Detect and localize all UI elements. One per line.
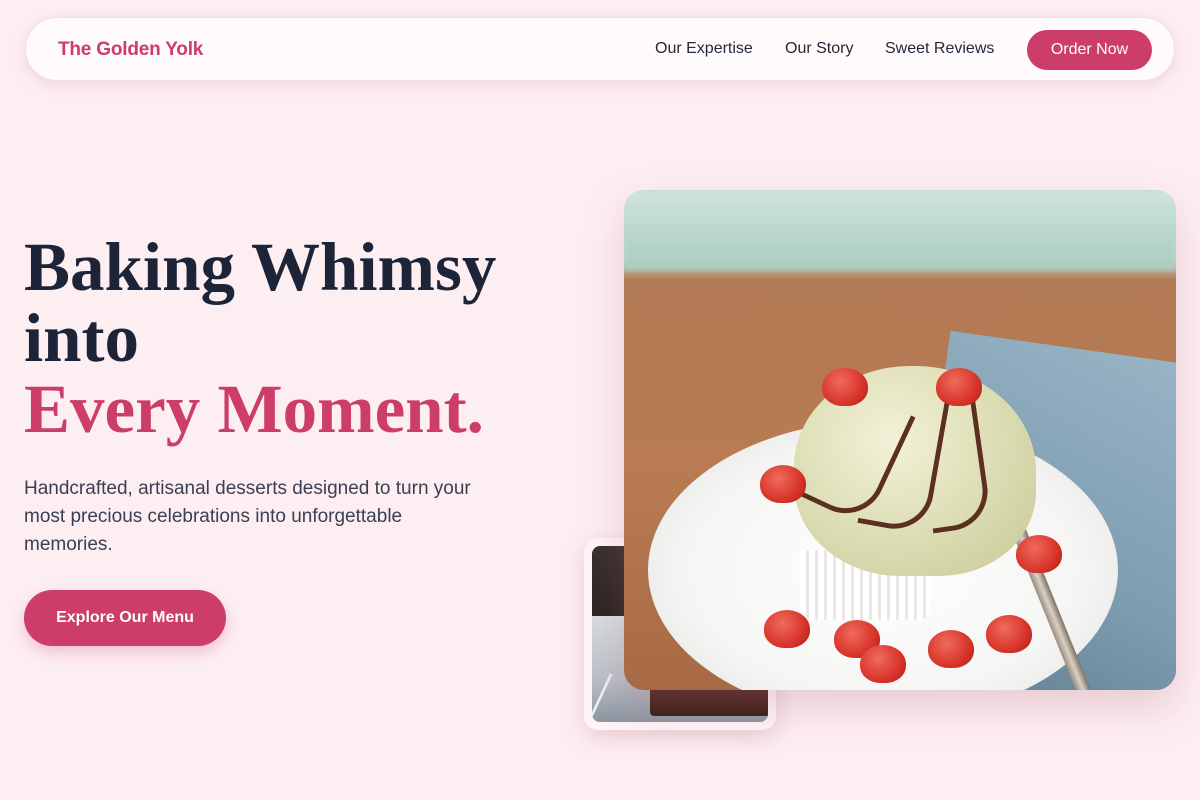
hero-dessert-photo xyxy=(624,190,1176,690)
top-navigation-bar: The Golden Yolk Our Expertise Our Story … xyxy=(25,17,1175,81)
brand-logo[interactable]: The Golden Yolk xyxy=(58,39,203,61)
landing-page: The Golden Yolk Our Expertise Our Story … xyxy=(0,0,1200,800)
headline-line-1: Baking Whimsy xyxy=(24,229,497,305)
strawberry-icon xyxy=(936,368,982,406)
nav-link-our-story[interactable]: Our Story xyxy=(785,40,853,58)
nav-link-sweet-reviews[interactable]: Sweet Reviews xyxy=(885,40,994,58)
headline-line-2: into xyxy=(24,300,140,376)
strawberry-icon xyxy=(822,368,868,406)
strawberry-icon xyxy=(764,610,810,648)
strawberry-icon xyxy=(760,465,806,503)
strawberry-icon xyxy=(1016,535,1062,573)
nav-link-our-expertise[interactable]: Our Expertise xyxy=(655,40,753,58)
photo-background-chair xyxy=(624,190,1176,270)
strawberry-icon xyxy=(860,645,906,683)
headline-accent: Every Moment. xyxy=(24,371,484,447)
hero-subcopy: Handcrafted, artisanal desserts designed… xyxy=(24,478,471,555)
order-now-button[interactable]: Order Now xyxy=(1027,30,1152,70)
strawberry-icon xyxy=(986,615,1032,653)
explore-menu-button[interactable]: Explore Our Menu xyxy=(24,590,226,646)
strawberry-icon xyxy=(928,630,974,668)
hero-headline: Baking Whimsy into Every Moment. xyxy=(24,232,584,445)
